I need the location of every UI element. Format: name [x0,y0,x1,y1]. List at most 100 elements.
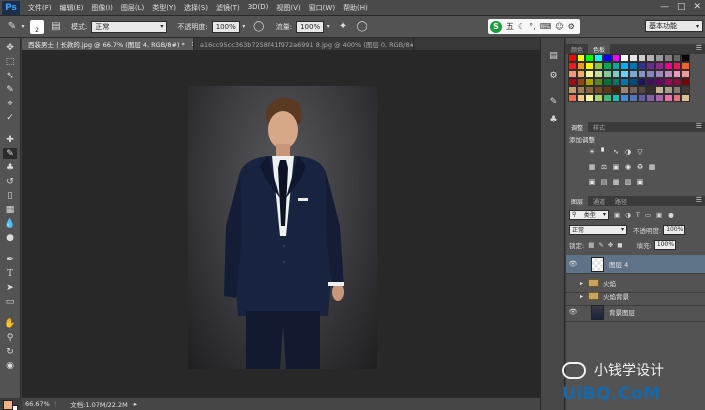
pressure-opacity-icon[interactable]: ◯ [252,20,266,34]
filter-adjust-icon[interactable]: ◑ [625,211,631,219]
mode-dropdown[interactable]: 正常 ▾ [91,20,168,33]
filter-shape-icon[interactable]: ▭ [645,211,651,219]
properties-icon[interactable]: ⚙ [547,70,560,82]
posterize-icon[interactable]: ▤ [600,178,608,186]
menu-item[interactable]: 窗口(W) [305,3,339,13]
color-swatch[interactable] [611,70,621,78]
color-swatch[interactable] [663,54,673,62]
color-swatch[interactable] [655,70,664,78]
user-icon[interactable]: ☺ [555,22,563,31]
dodge-tool-icon[interactable]: ● [3,232,17,243]
gradient-map-icon[interactable]: ▨ [624,178,632,186]
color-swatch[interactable] [602,94,612,102]
path-select-tool-icon[interactable]: ➤ [3,282,17,293]
color-swatch[interactable] [594,62,603,70]
menu-item[interactable]: 选择(S) [180,3,212,13]
color-swatch[interactable] [681,94,690,102]
color-swatch[interactable] [646,62,656,70]
color-swatch[interactable] [602,62,612,70]
color-swatch[interactable] [681,70,690,78]
zoom-level[interactable]: 66.67% [22,400,54,408]
color-swatch[interactable] [663,70,673,78]
layer-row[interactable]: 👁 图层 4 [566,255,705,274]
tab-styles[interactable]: 样式 [588,122,610,132]
vibrance-icon[interactable]: ▽ [636,148,644,156]
menu-item[interactable]: 图像(I) [87,3,117,13]
color-swatch[interactable] [655,54,664,62]
brightness-icon[interactable]: ☀ [588,148,596,156]
eraser-tool-icon[interactable]: ▯ [3,190,17,201]
color-swatch[interactable] [663,86,673,94]
color-swatch[interactable] [646,86,656,94]
color-swatch[interactable] [594,86,603,94]
color-swatch[interactable] [602,54,612,62]
color-swatch[interactable] [594,54,603,62]
shape-tool-icon[interactable]: ▭ [3,296,17,307]
color-swatch[interactable] [646,94,656,102]
color-swatch[interactable] [585,70,595,78]
color-swatch[interactable] [637,54,647,62]
opacity-field[interactable]: 100% [211,20,240,33]
menu-item[interactable]: 编辑(E) [56,3,88,13]
color-swatch[interactable] [620,54,629,62]
curves-icon[interactable]: ∿ [612,148,620,156]
color-swatch[interactable] [576,94,586,102]
color-swatch[interactable] [620,78,629,86]
color-swatch[interactable] [672,54,682,62]
color-swatch[interactable] [629,78,638,86]
layer-row[interactable]: 👁 背景图层 [566,303,705,322]
color-swatch[interactable] [681,78,690,86]
color-swatch[interactable] [655,62,664,70]
black-white-icon[interactable]: ▣ [612,163,620,171]
tab-adjustments[interactable]: 调整 [566,122,589,132]
moon-icon[interactable]: ☾ [518,22,525,31]
color-swatch[interactable] [672,86,682,94]
color-swatch[interactable] [568,94,577,102]
gradient-tool-icon[interactable]: ▦ [3,204,17,215]
chevron-down-icon[interactable]: ▾ [241,20,247,34]
marquee-tool-icon[interactable]: ⬚ [3,56,17,67]
color-swatch[interactable] [568,70,577,78]
color-swatch[interactable] [629,54,638,62]
color-swatch[interactable] [620,62,629,70]
tab-channels[interactable]: 通道 [588,196,610,206]
color-swatch[interactable] [672,70,682,78]
color-swatch[interactable] [637,78,647,86]
zoom-tool-icon[interactable]: ⚲ [3,332,17,343]
color-swatch[interactable] [646,70,656,78]
document-tab[interactable]: a16cc95cc363b7258f41f972a6991 8.jpg @ 40… [194,38,414,50]
history-brush-tool-icon[interactable]: ↺ [3,176,17,187]
chevron-down-icon[interactable]: ▾ [325,20,331,34]
color-swatch[interactable] [576,70,586,78]
pen-tool-icon[interactable]: ✒ [3,254,17,265]
foreground-color-swatch[interactable] [3,400,13,410]
color-swatch[interactable] [629,94,638,102]
chevron-right-icon[interactable]: ▸ [580,280,588,287]
eye-icon[interactable]: 👁 [566,279,580,287]
color-swatch[interactable] [611,54,621,62]
menu-item[interactable]: 滤镜(T) [212,3,244,13]
filter-smart-icon[interactable]: ▣ [656,211,662,219]
color-swatch[interactable] [602,86,612,94]
layer-opacity-field[interactable]: 100% [663,224,686,235]
brush-presets-icon[interactable]: ✎ [547,96,560,108]
rotate-view-tool-icon[interactable]: ↻ [3,346,17,357]
menu-item[interactable]: 文件(F) [24,3,56,13]
panel-menu-icon[interactable]: ☰ [696,122,702,130]
levels-icon[interactable]: ▘ [600,148,608,156]
filter-type-icon[interactable]: T [636,211,640,219]
color-swatch[interactable] [620,94,629,102]
ime-toolbar[interactable]: S 五 ☾ °, ⌨ ☺ ⚙ [488,19,580,34]
type-tool-icon[interactable]: T [3,268,17,279]
lock-all-icon[interactable]: ◼ [617,241,622,249]
color-swatch[interactable] [568,54,577,62]
clone-stamp-tool-icon[interactable]: ♣ [3,162,17,173]
lock-position-icon[interactable]: ✥ [608,241,613,249]
exposure-icon[interactable]: ◑ [624,148,632,156]
settings-icon[interactable]: ⚙ [568,22,575,31]
menu-item[interactable]: 3D(D) [244,3,273,13]
color-swatch[interactable] [568,62,577,70]
color-lookup-icon[interactable]: ▦ [648,163,656,171]
color-swatch[interactable] [585,54,595,62]
color-swatch[interactable] [585,86,595,94]
